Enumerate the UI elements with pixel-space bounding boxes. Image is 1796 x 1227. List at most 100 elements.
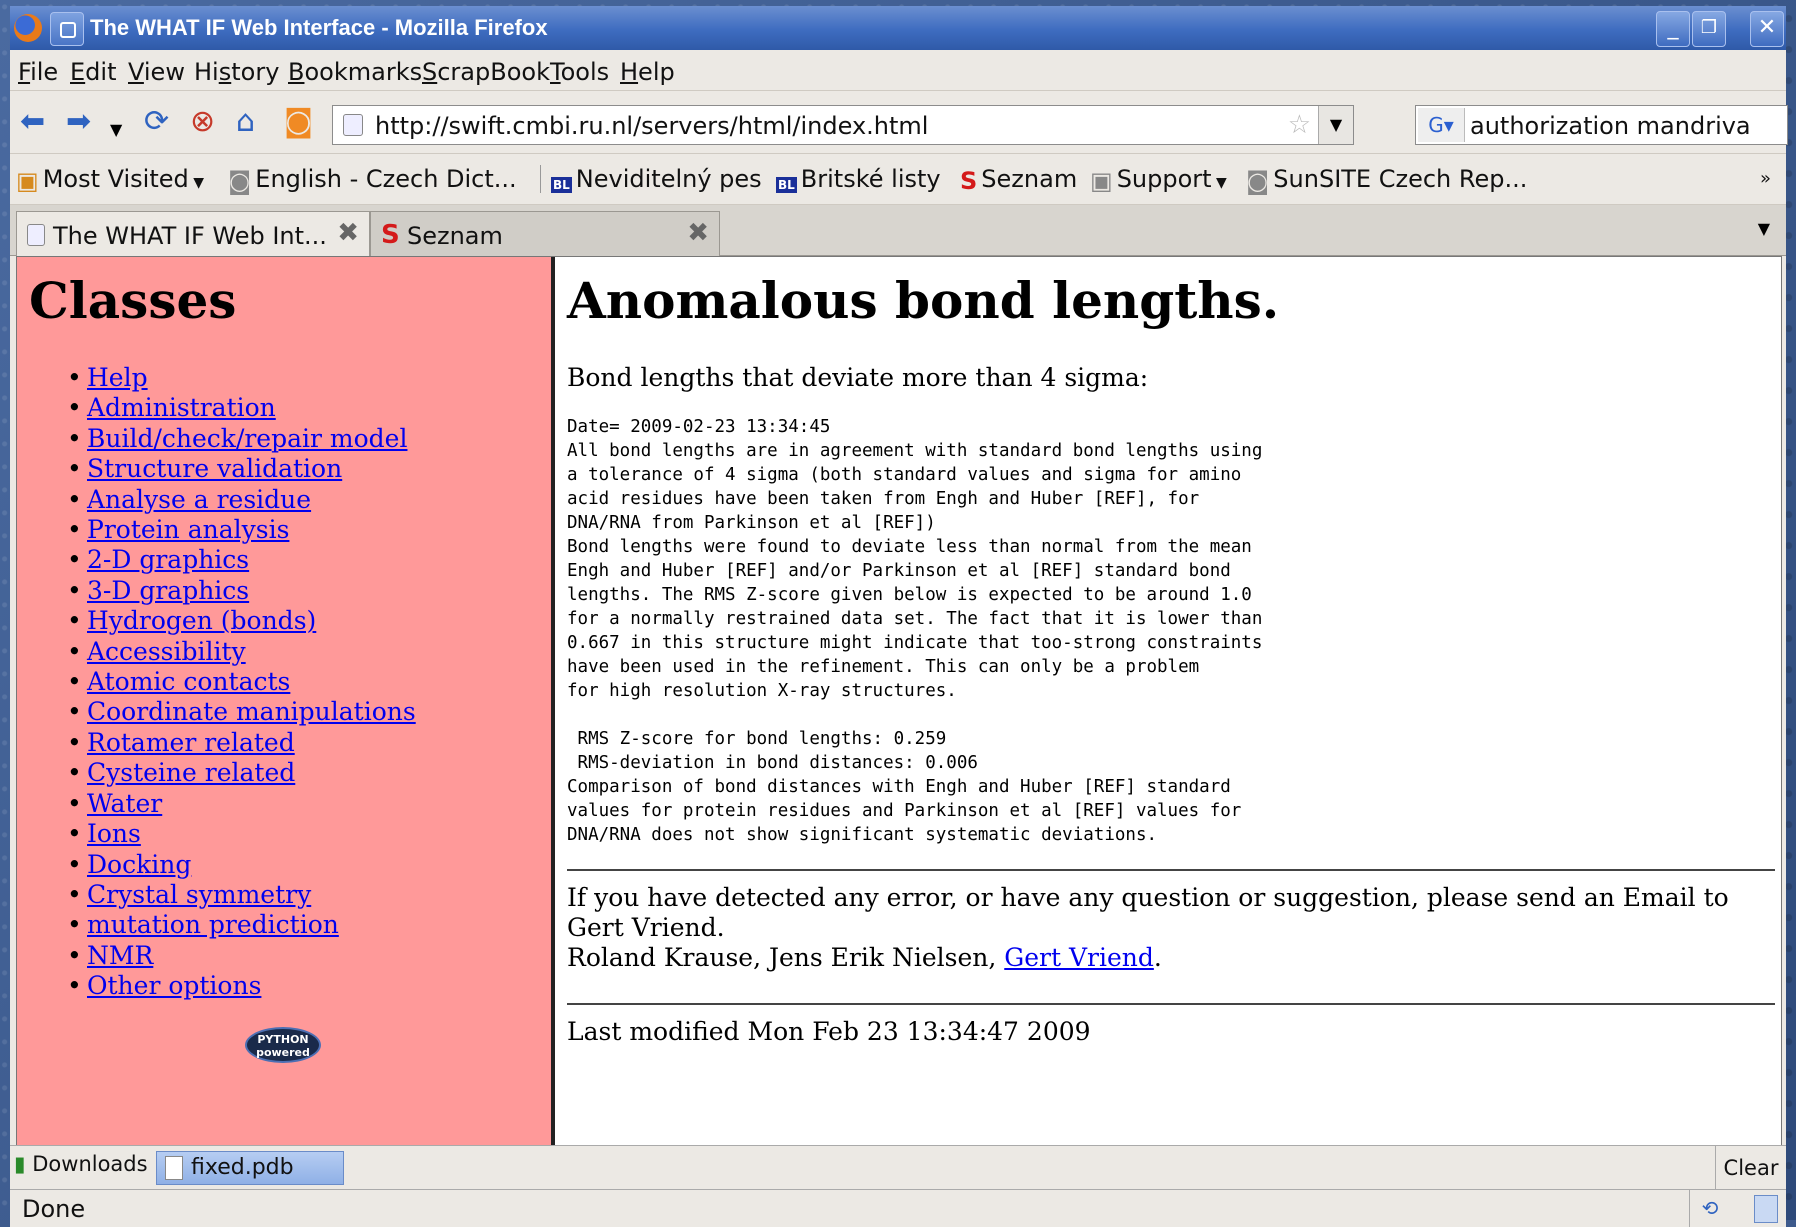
bookmark-sunsite[interactable]: ◙ SunSITE Czech Rep... [1246, 165, 1527, 195]
class-list-item: Water [67, 789, 416, 820]
divider [567, 869, 1775, 871]
class-link-atomic-contacts[interactable]: Atomic contacts [87, 667, 290, 696]
back-icon[interactable]: ⬅ [20, 107, 45, 137]
class-link-3-d-graphics[interactable]: 3-D graphics [87, 576, 249, 605]
downloads-button[interactable]: ▮ Downloads [14, 1152, 148, 1176]
class-link-hydrogen-bonds[interactable]: Hydrogen (bonds) [87, 606, 316, 635]
class-link-water[interactable]: Water [87, 789, 162, 818]
bl-icon: BL [776, 177, 797, 193]
download-filename: fixed.pdb [191, 1155, 294, 1180]
tab-list-icon[interactable]: ▼ [1758, 219, 1770, 238]
bookmark-most-visited[interactable]: ▣ Most Visited ▼ [16, 165, 204, 195]
forward-icon[interactable]: ➡ [66, 107, 91, 137]
class-list-item: Hydrogen (bonds) [67, 606, 416, 637]
search-engine-icon[interactable]: G▾ [1418, 108, 1465, 142]
bookmark-star-icon[interactable]: ☆ [1288, 110, 1311, 140]
search-box[interactable]: G▾ authorization mandriva [1415, 105, 1788, 145]
rss-icon[interactable]: ◙ [284, 107, 313, 137]
class-link-build-check-repair-model[interactable]: Build/check/repair model [87, 424, 407, 453]
class-link-nmr[interactable]: NMR [87, 941, 153, 970]
history-dropdown-icon[interactable]: ▼ [110, 115, 122, 145]
class-link-structure-validation[interactable]: Structure validation [87, 454, 342, 483]
menu-help[interactable]: Help [620, 58, 675, 86]
class-list-item: Protein analysis [67, 515, 416, 546]
tab-label: The WHAT IF Web Int... [53, 222, 327, 250]
maximize-button[interactable]: ❐ [1692, 11, 1726, 47]
bookmarks-overflow-icon[interactable]: » [1760, 168, 1771, 189]
class-link-rotamer-related[interactable]: Rotamer related [87, 728, 295, 757]
class-list-item: Coordinate manipulations [67, 697, 416, 728]
menu-view[interactable]: View [128, 58, 185, 86]
menu-scrapbook[interactable]: ScrapBook [422, 58, 550, 86]
class-link-protein-analysis[interactable]: Protein analysis [87, 515, 289, 544]
sync-icon[interactable]: ⟲ [1689, 1190, 1730, 1227]
firefox-icon[interactable] [14, 14, 42, 42]
stop-icon[interactable]: ⊗ [190, 107, 215, 137]
class-link-crystal-symmetry[interactable]: Crystal symmetry [87, 880, 311, 909]
class-list-item: Atomic contacts [67, 667, 416, 698]
class-link-docking[interactable]: Docking [87, 850, 191, 879]
bookmark-support[interactable]: ▣ Support ▼ [1090, 165, 1227, 195]
class-link-mutation-prediction[interactable]: mutation prediction [87, 910, 339, 939]
menu-tools[interactable]: Tools [550, 58, 609, 86]
report-text: Date= 2009-02-23 13:34:45 All bond lengt… [567, 417, 1263, 845]
bookmark-label: Most Visited [42, 165, 189, 193]
folder-icon: ▣ [16, 167, 39, 195]
bookmark-label: Seznam [981, 165, 1078, 193]
bookmark-neviditelny-pes[interactable]: BL Neviditelný pes [540, 165, 762, 193]
python-powered-badge: PYTHON powered [245, 1027, 321, 1063]
download-item[interactable]: fixed.pdb [156, 1151, 344, 1185]
clear-downloads-button[interactable]: Clear [1715, 1146, 1786, 1190]
page-content: Classes HelpAdministrationBuild/check/re… [16, 256, 1782, 1146]
window-menu-button[interactable] [50, 12, 84, 46]
class-link-help[interactable]: Help [87, 363, 148, 392]
home-icon[interactable]: ⌂ [236, 107, 255, 137]
close-window-button[interactable]: ✕ [1750, 11, 1784, 47]
class-link-analyse-a-residue[interactable]: Analyse a residue [87, 485, 311, 514]
bookmark-label: SunSITE Czech Rep... [1273, 165, 1528, 193]
page-icon: ◙ [1246, 167, 1270, 195]
status-text: Done [22, 1195, 86, 1223]
bl-icon: BL [551, 177, 572, 193]
class-link-2-d-graphics[interactable]: 2-D graphics [87, 545, 249, 574]
reload-icon[interactable]: ⟳ [144, 107, 169, 137]
page-title: Anomalous bond lengths. [567, 271, 1280, 330]
close-tab-icon[interactable]: ✖ [337, 218, 359, 248]
window-title: The WHAT IF Web Interface - Mozilla Fire… [90, 15, 548, 40]
resize-grip-icon[interactable] [1754, 1195, 1778, 1223]
title-bar: The WHAT IF Web Interface - Mozilla Fire… [10, 6, 1786, 50]
menu-edit[interactable]: Edit [70, 58, 116, 86]
class-list-item: Structure validation [67, 454, 416, 485]
class-link-ions[interactable]: Ions [87, 819, 141, 848]
bookmark-english-czech[interactable]: ◙ English - Czech Dict... [228, 165, 517, 195]
address-bar[interactable]: http://swift.cmbi.ru.nl/servers/html/ind… [332, 105, 1354, 145]
class-link-accessibility[interactable]: Accessibility [87, 637, 246, 666]
bookmark-label: Britské listy [800, 165, 941, 193]
seznam-icon: S [960, 167, 978, 195]
bookmark-britske-listy[interactable]: BL Britské listy [776, 165, 941, 193]
class-list-item: Accessibility [67, 637, 416, 668]
bookmark-seznam[interactable]: S Seznam [960, 165, 1077, 195]
last-modified: Last modified Mon Feb 23 13:34:47 2009 [567, 1017, 1091, 1046]
tab-label: Seznam [407, 222, 503, 250]
class-link-cysteine-related[interactable]: Cysteine related [87, 758, 295, 787]
firefox-window: The WHAT IF Web Interface - Mozilla Fire… [10, 6, 1788, 1227]
menu-bookmarks[interactable]: Bookmarks [288, 58, 422, 86]
url-text: http://swift.cmbi.ru.nl/servers/html/ind… [375, 112, 929, 140]
url-dropdown-icon[interactable]: ▼ [1318, 106, 1353, 144]
menu-bar: File Edit View History Bookmarks ScrapBook Too… [10, 50, 1786, 91]
menu-history[interactable]: History [194, 58, 279, 86]
class-list-item: Analyse a residue [67, 485, 416, 516]
class-link-administration[interactable]: Administration [87, 393, 276, 422]
seznam-icon: S [381, 220, 400, 250]
tab-what-if[interactable]: The WHAT IF Web Int... ✖ [16, 211, 370, 256]
tab-seznam[interactable]: S Seznam ✖ [370, 211, 720, 256]
menu-file[interactable]: File [18, 58, 58, 86]
minimize-button[interactable]: _ [1656, 11, 1690, 47]
class-link-coordinate-manipulations[interactable]: Coordinate manipulations [87, 697, 416, 726]
authors-text: Roland Krause, Jens Erik Nielsen, [567, 943, 997, 972]
class-list-item: Ions [67, 819, 416, 850]
close-tab-icon[interactable]: ✖ [687, 218, 709, 248]
gert-vriend-link[interactable]: Gert Vriend [1004, 943, 1154, 972]
class-link-other-options[interactable]: Other options [87, 971, 261, 1000]
